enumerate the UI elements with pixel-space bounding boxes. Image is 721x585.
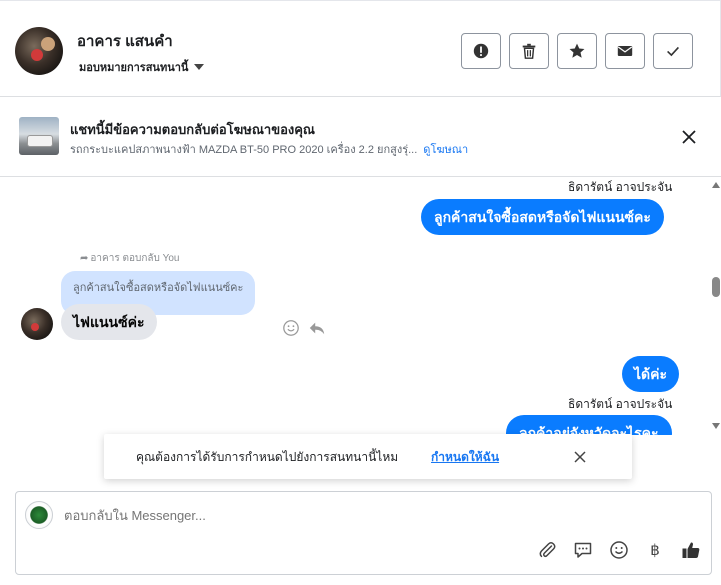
close-ad-banner-button[interactable] bbox=[679, 127, 699, 147]
message-thread[interactable]: ธิดารัตน์ อาจประจัน ลูกค้าสนใจซื้อสดหรือ… bbox=[0, 177, 721, 435]
assign-conversation-dropdown[interactable]: มอบหมายการสนทนานี้ bbox=[79, 58, 205, 76]
header-actions bbox=[461, 33, 693, 69]
attach-button[interactable] bbox=[536, 539, 558, 561]
star-icon bbox=[569, 43, 585, 58]
sender-name: ธิดารัตน์ อาจประจัน bbox=[568, 180, 673, 194]
caret-down-icon bbox=[194, 64, 205, 70]
chat-bubble-icon bbox=[574, 542, 592, 558]
outgoing-message[interactable]: ได้ค่ะ bbox=[622, 356, 680, 392]
contact-name[interactable]: อาคาร แสนคำ bbox=[77, 29, 173, 53]
payment-button[interactable]: ฿ bbox=[644, 539, 666, 561]
thumbs-up-icon bbox=[682, 542, 700, 558]
scrollbar-thumb[interactable] bbox=[712, 277, 720, 297]
scroll-up-arrow-icon[interactable] bbox=[712, 182, 720, 188]
outgoing-message[interactable]: ลูกค้าสนใจซื้อสดหรือจัดไฟแนนซ์คะ bbox=[421, 199, 664, 235]
contact-avatar-small[interactable] bbox=[21, 308, 53, 340]
dismiss-toast-button[interactable] bbox=[572, 449, 588, 465]
assign-label: มอบหมายการสนทนานี้ bbox=[79, 62, 189, 74]
envelope-icon bbox=[617, 46, 633, 56]
ad-reply-banner: แชทนี้มีข้อความตอบกลับต่อโฆษณาของคุณ รถก… bbox=[0, 97, 721, 177]
mark-done-button[interactable] bbox=[653, 33, 693, 69]
composer-toolbar: ฿ bbox=[536, 539, 702, 561]
emoji-icon bbox=[610, 541, 628, 559]
incoming-message[interactable]: ไฟแนนซ์ค่ะ bbox=[61, 304, 157, 340]
outgoing-message[interactable]: ลูกค้าอยู่จังหวัดอะไรคะ bbox=[506, 415, 672, 435]
message-tools bbox=[282, 319, 326, 337]
contact-avatar[interactable] bbox=[15, 27, 63, 75]
trash-icon bbox=[522, 43, 536, 59]
mark-spam-button[interactable] bbox=[461, 33, 501, 69]
alert-icon bbox=[473, 43, 489, 59]
ad-banner-subtitle: รถกระบะแคปสภาพนางฟ้า MAZDA BT-50 PRO 202… bbox=[70, 140, 468, 158]
star-button[interactable] bbox=[557, 33, 597, 69]
mark-unread-button[interactable] bbox=[605, 33, 645, 69]
reply-icon[interactable] bbox=[308, 319, 326, 337]
check-icon bbox=[667, 46, 679, 57]
baht-icon: ฿ bbox=[650, 542, 660, 559]
emoji-button[interactable] bbox=[608, 539, 630, 561]
react-emoji-icon[interactable] bbox=[282, 319, 300, 337]
conversation-header: อาคาร แสนคำ มอบหมายการสนทนานี้ bbox=[0, 0, 721, 97]
reply-arrow-icon: ➦ bbox=[80, 253, 89, 264]
like-button[interactable] bbox=[680, 539, 702, 561]
saved-replies-button[interactable] bbox=[572, 539, 594, 561]
sender-name: ธิดารัตน์ อาจประจัน bbox=[568, 397, 673, 411]
scroll-down-arrow-icon[interactable] bbox=[712, 423, 720, 429]
reply-context-label: อาคาร ตอบกลับ You bbox=[90, 253, 180, 264]
reply-context: ➦ อาคาร ตอบกลับ You bbox=[80, 251, 180, 266]
thread-scrollbar[interactable] bbox=[709, 177, 721, 435]
page-avatar bbox=[25, 501, 53, 529]
message-composer: ฿ bbox=[15, 491, 712, 575]
paperclip-icon bbox=[539, 542, 556, 558]
ad-banner-title: แชทนี้มีข้อความตอบกลับต่อโฆษณาของคุณ bbox=[70, 122, 315, 137]
ad-thumbnail[interactable] bbox=[19, 117, 59, 155]
assign-to-me-link[interactable]: กำหนดให้ฉัน bbox=[431, 448, 499, 467]
close-icon bbox=[682, 130, 696, 144]
ad-description: รถกระบะแคปสภาพนางฟ้า MAZDA BT-50 PRO 202… bbox=[70, 144, 418, 156]
view-ad-link[interactable]: ดูโฆษณา bbox=[423, 144, 468, 156]
delete-button[interactable] bbox=[509, 33, 549, 69]
assign-prompt-toast: คุณต้องการได้รับการกำหนดไปยังการสนทนานี้… bbox=[104, 434, 632, 479]
assign-prompt-text: คุณต้องการได้รับการกำหนดไปยังการสนทนานี้… bbox=[136, 450, 399, 464]
close-icon bbox=[574, 451, 586, 463]
reply-input[interactable] bbox=[64, 508, 664, 523]
